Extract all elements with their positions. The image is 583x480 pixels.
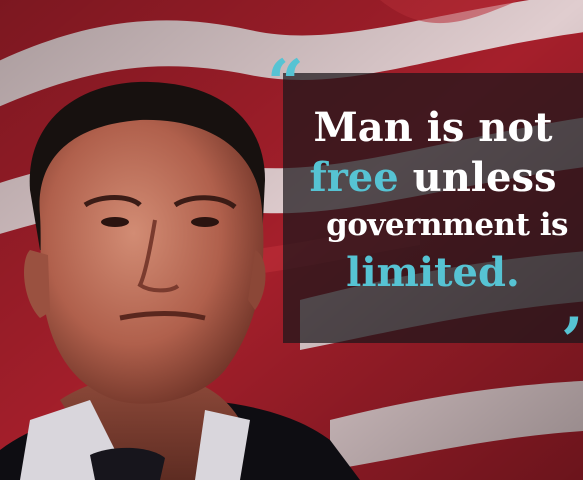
quote-accent-limited: limited. <box>346 249 520 296</box>
quote-text: Man is not free unless government is lim… <box>283 108 583 293</box>
quote-line-2: free unless <box>283 158 583 198</box>
quote-line-1: Man is not <box>313 104 553 151</box>
quote-accent-free: free <box>309 154 399 201</box>
open-quote-mark: “ <box>267 46 304 121</box>
quote-line-3: government is <box>326 207 568 243</box>
quote-line-2-rest: unless <box>398 154 557 201</box>
quote-image: “ Man is not free unless government is l… <box>0 0 583 480</box>
close-quote-mark: ’ <box>561 304 583 379</box>
